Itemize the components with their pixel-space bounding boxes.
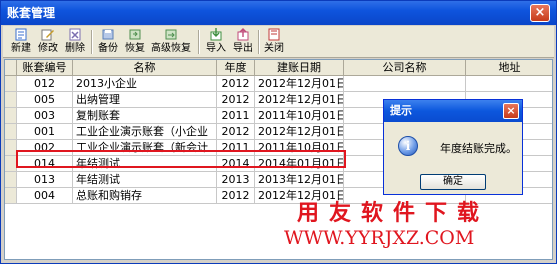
restore-button[interactable]: 恢复 <box>123 28 147 56</box>
row-indicator <box>5 124 17 140</box>
info-icon: i <box>398 136 418 156</box>
new-icon <box>15 28 27 41</box>
table-cell: 2012 <box>217 92 255 108</box>
row-indicator <box>5 92 17 108</box>
delete-button[interactable]: 删除 <box>63 28 87 56</box>
row-indicator <box>5 188 17 204</box>
close-button-label: 关闭 <box>264 43 284 54</box>
table-cell: 出纳管理 <box>73 92 217 108</box>
ok-button[interactable]: 确定 <box>420 174 486 190</box>
table-cell: 工业企业演示账套（小企业 <box>73 124 217 140</box>
table-cell: 2011年10月01日 <box>255 108 344 124</box>
edit-button-label: 修改 <box>38 43 58 54</box>
backup-icon <box>102 29 114 40</box>
table-cell: 2012 <box>217 188 255 204</box>
dialog-title: 提示 <box>390 104 412 117</box>
table-cell: 2012年12月01日 <box>255 124 344 140</box>
table-cell: 2012 <box>217 124 255 140</box>
table-cell: 004 <box>17 188 73 204</box>
export-button-label: 导出 <box>233 43 253 54</box>
dialog-close-button[interactable]: × <box>503 103 519 119</box>
restore-button-label: 恢复 <box>125 43 145 54</box>
table-cell: 2012年12月01日 <box>255 92 344 108</box>
watermark-url: WWW.YYRJXZ.COM <box>284 227 475 249</box>
new-button[interactable]: 新建 <box>9 28 33 56</box>
table-cell: 013 <box>17 172 73 188</box>
backup-button-label: 备份 <box>98 43 118 54</box>
export-button[interactable]: 导出 <box>231 28 255 56</box>
backup-button[interactable]: 备份 <box>96 28 120 56</box>
import-icon <box>210 28 222 41</box>
column-header[interactable]: 公司名称 <box>344 60 466 76</box>
close-icon <box>268 28 280 41</box>
advanced-restore-button-label: 高级恢复 <box>151 43 191 54</box>
highlight-box <box>16 150 346 168</box>
watermark-chinese: 用友软件下载 <box>297 201 490 226</box>
table-cell: 2012年12月01日 <box>255 76 344 92</box>
toolbar-separator <box>258 30 260 54</box>
table-cell: 2013小企业 <box>73 76 217 92</box>
column-header[interactable]: 名称 <box>73 60 217 76</box>
table-cell: 2013 <box>217 172 255 188</box>
close-button[interactable]: 关闭 <box>262 28 286 56</box>
row-indicator <box>5 108 17 124</box>
advanced-restore-button[interactable]: 高级恢复 <box>150 28 192 56</box>
table-cell: 2011 <box>217 108 255 124</box>
delete-icon <box>69 28 81 41</box>
new-button-label: 新建 <box>11 43 31 54</box>
window-close-button[interactable]: × <box>530 4 550 22</box>
restore-icon <box>129 29 141 40</box>
edit-button[interactable]: 修改 <box>36 28 60 56</box>
delete-button-label: 删除 <box>65 43 85 54</box>
table-cell: 2012 <box>217 76 255 92</box>
account-set-manager-window: 账套管理 × 新建 修改 删除 备份 恢复 高级恢复 导入 导出 关闭 账套编号… <box>0 0 557 264</box>
column-header[interactable]: 年度 <box>217 60 255 76</box>
table-row[interactable]: 012 2013小企业 2012 2012年12月01日 <box>5 76 552 92</box>
table-cell: 012 <box>17 76 73 92</box>
row-indicator <box>5 76 17 92</box>
column-header[interactable]: 账套编号 <box>17 60 73 76</box>
table-cell: 复制账套 <box>73 108 217 124</box>
table-cell: 总账和购销存 <box>73 188 217 204</box>
grid-header: 账套编号 名称 年度 建账日期 公司名称 地址 <box>5 60 552 76</box>
toolbar-separator <box>91 30 93 54</box>
toolbar-separator <box>198 30 200 54</box>
table-cell <box>344 76 466 92</box>
column-header[interactable]: 地址 <box>466 60 552 76</box>
row-indicator-header <box>5 60 17 76</box>
table-cell: 001 <box>17 124 73 140</box>
dialog-message: 年度结账完成。 <box>440 142 517 155</box>
table-cell: 2013年12月01日 <box>255 172 344 188</box>
dialog-titlebar: 提示 × <box>384 100 522 122</box>
column-header[interactable]: 建账日期 <box>255 60 344 76</box>
window-title: 账套管理 <box>7 6 56 20</box>
table-cell: 003 <box>17 108 73 124</box>
info-dialog: 提示 × i 年度结账完成。 确定 <box>383 99 523 195</box>
table-cell: 005 <box>17 92 73 108</box>
toolbar: 新建 修改 删除 备份 恢复 高级恢复 导入 导出 关闭 <box>3 26 554 58</box>
row-indicator <box>5 172 17 188</box>
export-icon <box>237 28 249 41</box>
window-titlebar: 账套管理 × <box>1 1 556 25</box>
table-cell: 年结测试 <box>73 172 217 188</box>
import-button[interactable]: 导入 <box>204 28 228 56</box>
import-button-label: 导入 <box>206 43 226 54</box>
table-cell <box>466 76 552 92</box>
advanced-restore-icon <box>165 29 177 40</box>
edit-icon <box>41 29 54 41</box>
